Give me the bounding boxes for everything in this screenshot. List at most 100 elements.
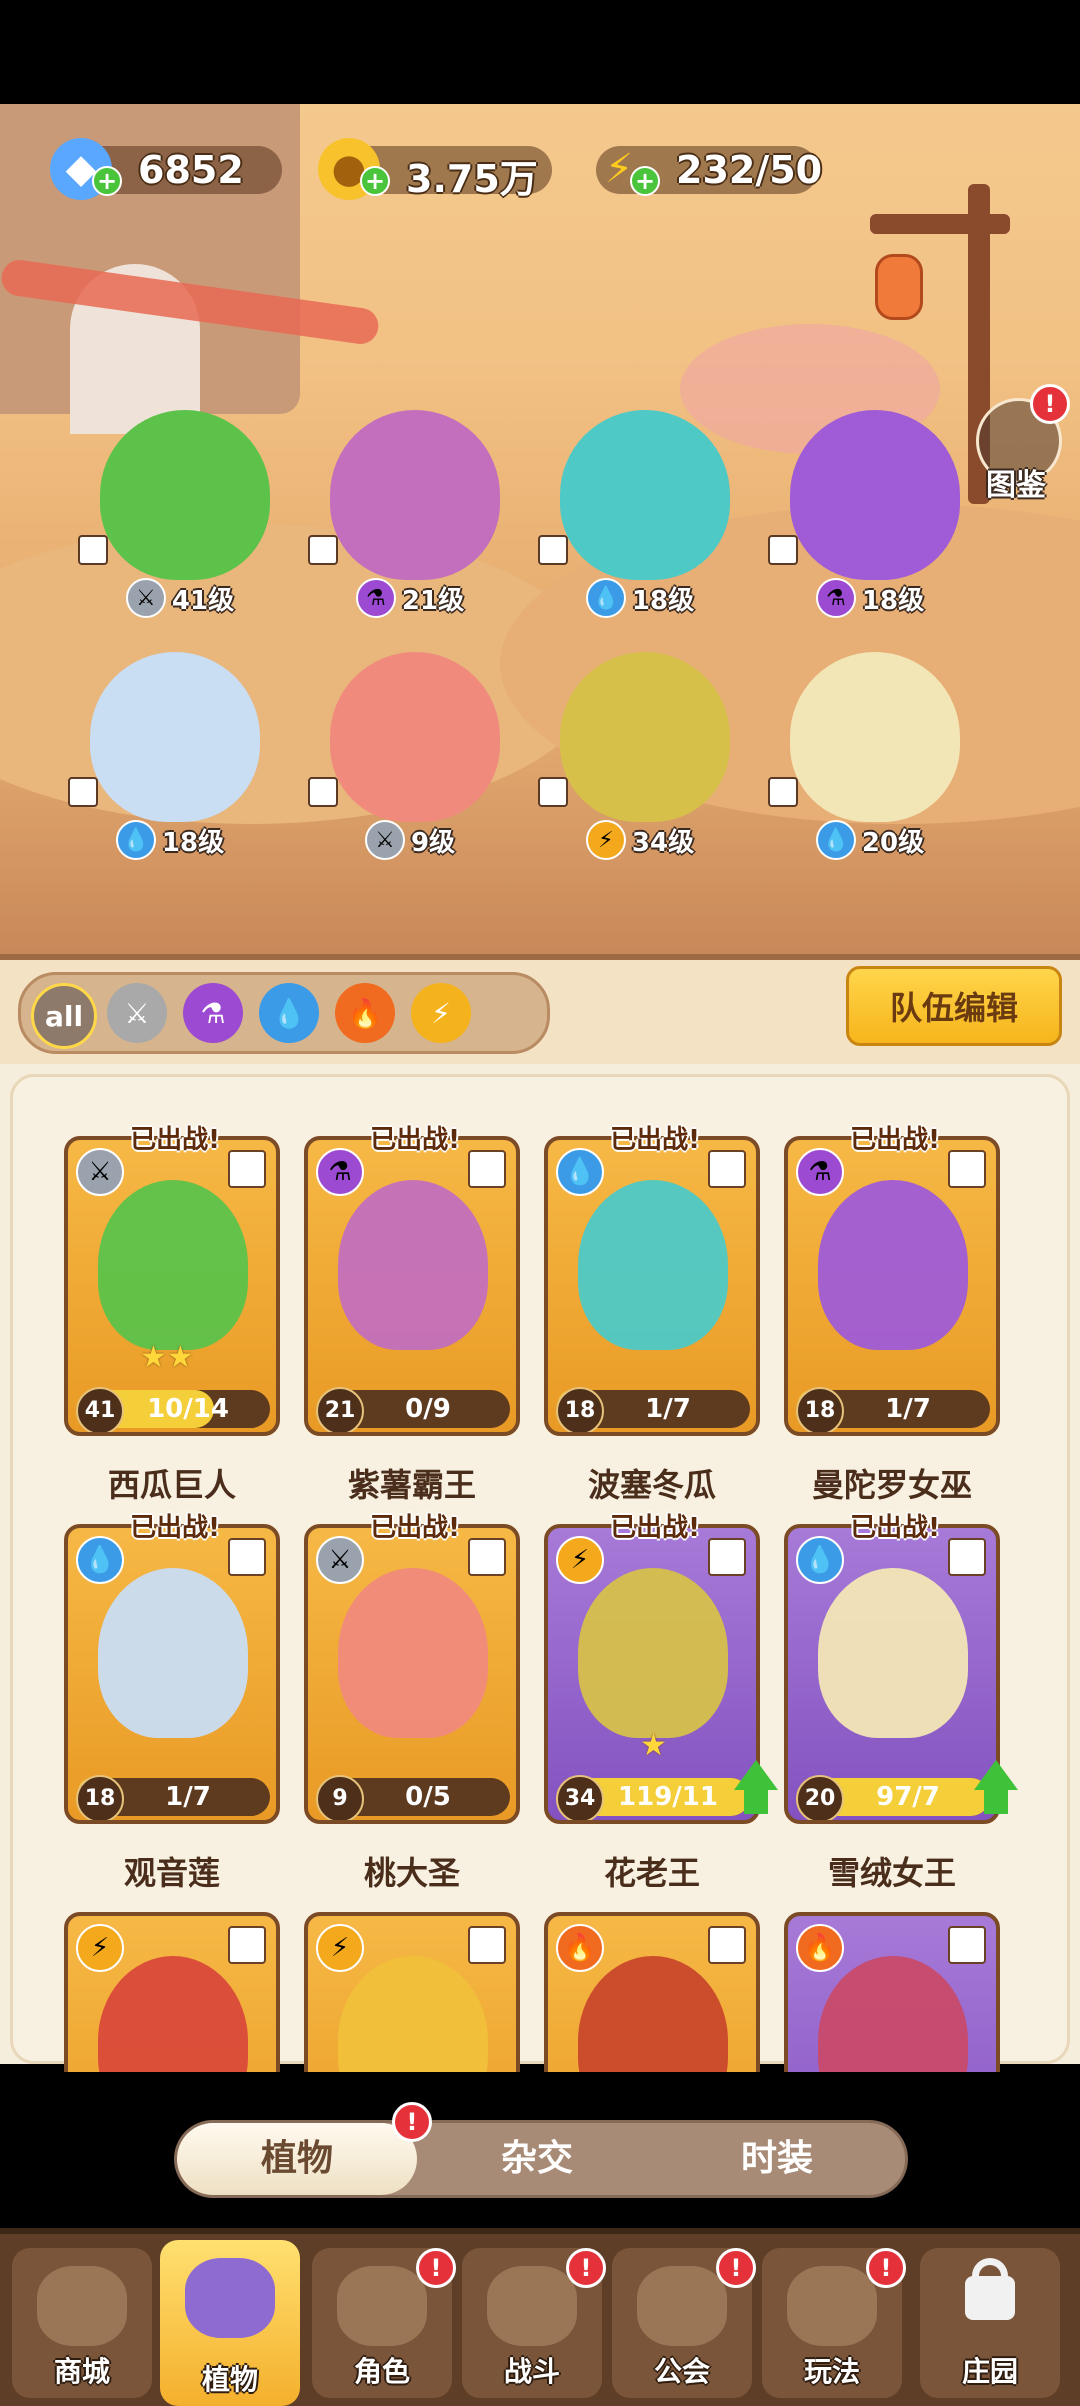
potion-icon: ⚗ — [815, 578, 856, 618]
card-name: 观音莲 — [123, 1854, 220, 1892]
add-coins-icon[interactable]: + — [360, 166, 390, 196]
upgrade-arrow-icon — [744, 1788, 768, 1814]
collection-tabs: 植物 杂交 时装 — [174, 2120, 908, 2198]
plant-card[interactable]: 🔥 — [784, 1912, 1000, 2072]
potion-icon: ⚗ — [355, 578, 396, 618]
tab-costume[interactable]: 时装 — [657, 2123, 897, 2195]
field-unit[interactable]: 💧 18级 — [538, 410, 740, 630]
shard-progress-bar: 41 10/14 — [76, 1387, 270, 1432]
unit-level: 18级 — [631, 585, 695, 616]
unit-level: 18级 — [861, 585, 925, 616]
nav-label: 战斗 — [503, 2355, 560, 2388]
plant-card[interactable]: ⚗ 18 1/7 已出战! 曼陀罗女巫 — [784, 1125, 1000, 1520]
field-unit[interactable]: ⚔ 41级 — [78, 410, 280, 630]
field-unit[interactable]: 💧 18级 — [68, 652, 270, 872]
shard-progress-bar: 20 97/7 — [796, 1775, 990, 1820]
nav-gameplay[interactable]: 玩法 ! — [762, 2248, 906, 2398]
card-level: 9 — [316, 1775, 364, 1820]
star-rating: ★ — [640, 1728, 667, 1763]
energy-counter[interactable]: ⚡ + 232/50 — [596, 146, 822, 196]
deployed-banner: 已出战! — [130, 1513, 220, 1543]
notification-badge: ! — [716, 2248, 756, 2288]
tab-hybrid[interactable]: 杂交 — [417, 2123, 657, 2195]
mandrake-witch-portrait — [818, 1180, 968, 1350]
plant-card[interactable]: ⚡ — [64, 1912, 280, 2072]
plant-card[interactable]: 💧 18 1/7 已出战! 波塞冬瓜 — [544, 1125, 760, 1520]
lock-icon — [965, 2276, 1015, 2320]
card-level: 18 — [556, 1387, 604, 1432]
coins-value: 3.75万 — [406, 157, 538, 201]
unit-level: 18级 — [161, 827, 225, 858]
nav-manor[interactable]: 庄园 — [920, 2248, 1060, 2398]
filter-all-button[interactable]: all — [31, 983, 97, 1049]
filter-sword-icon[interactable]: ⚔ — [107, 983, 167, 1043]
notification-badge: ! — [1030, 384, 1070, 424]
card-progress: 1/7 — [885, 1394, 931, 1424]
lantern-icon — [875, 254, 923, 320]
field-unit[interactable]: ⚡ 34级 — [538, 652, 740, 872]
notification-badge: ! — [866, 2248, 906, 2288]
nav-guild[interactable]: 公会 ! — [612, 2248, 756, 2398]
deployed-banner: 已出战! — [130, 1125, 220, 1155]
battle-icon — [487, 2266, 577, 2346]
card-level: 18 — [796, 1387, 844, 1432]
card-level: 18 — [76, 1775, 124, 1820]
plant-card[interactable]: 💧 18 1/7 已出战! 观音莲 — [64, 1513, 280, 1908]
deployed-banner: 已出战! — [610, 1125, 700, 1155]
card-name: 西瓜巨人 — [107, 1466, 236, 1504]
card-progress: 1/7 — [645, 1394, 691, 1424]
plant-card[interactable]: 💧 20 97/7 已出战! 雪绒女王 — [784, 1513, 1018, 1908]
gems-counter[interactable]: ◆ + 6852 — [50, 138, 282, 200]
card-level: 34 — [556, 1775, 604, 1820]
formation-icon — [68, 777, 98, 807]
gallery-button[interactable]: 图鉴 ! — [970, 384, 1070, 503]
card-name: 桃大圣 — [363, 1854, 460, 1892]
coins-counter[interactable]: ● + 3.75万 — [318, 138, 552, 201]
formation-icon — [78, 535, 108, 565]
flower-king-portrait — [578, 1568, 728, 1738]
nav-plants[interactable]: 植物 — [160, 2240, 300, 2406]
filter-lightning-icon[interactable]: ⚡ — [411, 983, 471, 1043]
nav-shop[interactable]: 商城 — [12, 2248, 152, 2398]
deployed-banner: 已出战! — [370, 1125, 460, 1155]
upgrade-arrow-icon — [984, 1788, 1008, 1814]
filter-fire-icon[interactable]: 🔥 — [335, 983, 395, 1043]
nav-characters[interactable]: 角色 ! — [312, 2248, 456, 2398]
tab-plants[interactable]: 植物 — [177, 2123, 417, 2195]
plant-card[interactable]: ⚡ ★ 34 119/11 已出战! 花老王 — [544, 1513, 778, 1908]
notification-badge: ! — [566, 2248, 606, 2288]
guild-icon — [637, 2266, 727, 2346]
card-level: 20 — [796, 1775, 844, 1820]
nav-label: 角色 — [353, 2355, 410, 2388]
gems-value: 6852 — [138, 148, 244, 192]
plant-card[interactable]: ⚔ ★★ 41 10/14 已出战! 西瓜巨人 — [64, 1125, 280, 1520]
peach-sage-portrait — [338, 1568, 488, 1738]
team-edit-button[interactable]: 队伍编辑 — [846, 966, 1062, 1046]
unit-level: 9级 — [410, 827, 456, 858]
field-unit[interactable]: 💧 20级 — [768, 652, 970, 872]
field-unit[interactable]: ⚗ 21级 — [308, 410, 510, 630]
card-progress: 10/14 — [147, 1394, 229, 1424]
nav-battle[interactable]: 战斗 ! — [462, 2248, 606, 2398]
sword-icon: ⚔ — [364, 820, 405, 860]
field-unit[interactable]: ⚔ 9级 — [308, 652, 510, 872]
plant-card[interactable]: ⚗ 21 0/9 已出战! 紫薯霸王 — [304, 1125, 520, 1520]
card-progress: 0/9 — [405, 1394, 451, 1424]
formation-icon — [538, 777, 568, 807]
plant-card[interactable]: ⚡ — [304, 1912, 520, 2072]
add-gems-icon[interactable]: + — [92, 166, 122, 196]
shard-progress-bar: 21 0/9 — [316, 1387, 510, 1432]
unit-level: 41级 — [171, 585, 235, 616]
purple-yam-portrait — [338, 1180, 488, 1350]
nav-label: 玩法 — [803, 2355, 860, 2388]
field-unit[interactable]: ⚗ 18级 — [768, 410, 970, 630]
plant-card[interactable]: 🔥 — [544, 1912, 760, 2072]
plant-card[interactable]: ⚔ 9 0/5 已出战! 桃大圣 — [304, 1513, 520, 1908]
filter-water-icon[interactable]: 💧 — [259, 983, 319, 1043]
formation-icon — [308, 535, 338, 565]
poseidon-melon-portrait — [578, 1180, 728, 1350]
deployed-banner: 已出战! — [850, 1125, 940, 1155]
add-energy-icon[interactable]: + — [630, 166, 660, 196]
star-rating: ★★ — [140, 1340, 194, 1375]
filter-potion-icon[interactable]: ⚗ — [183, 983, 243, 1043]
